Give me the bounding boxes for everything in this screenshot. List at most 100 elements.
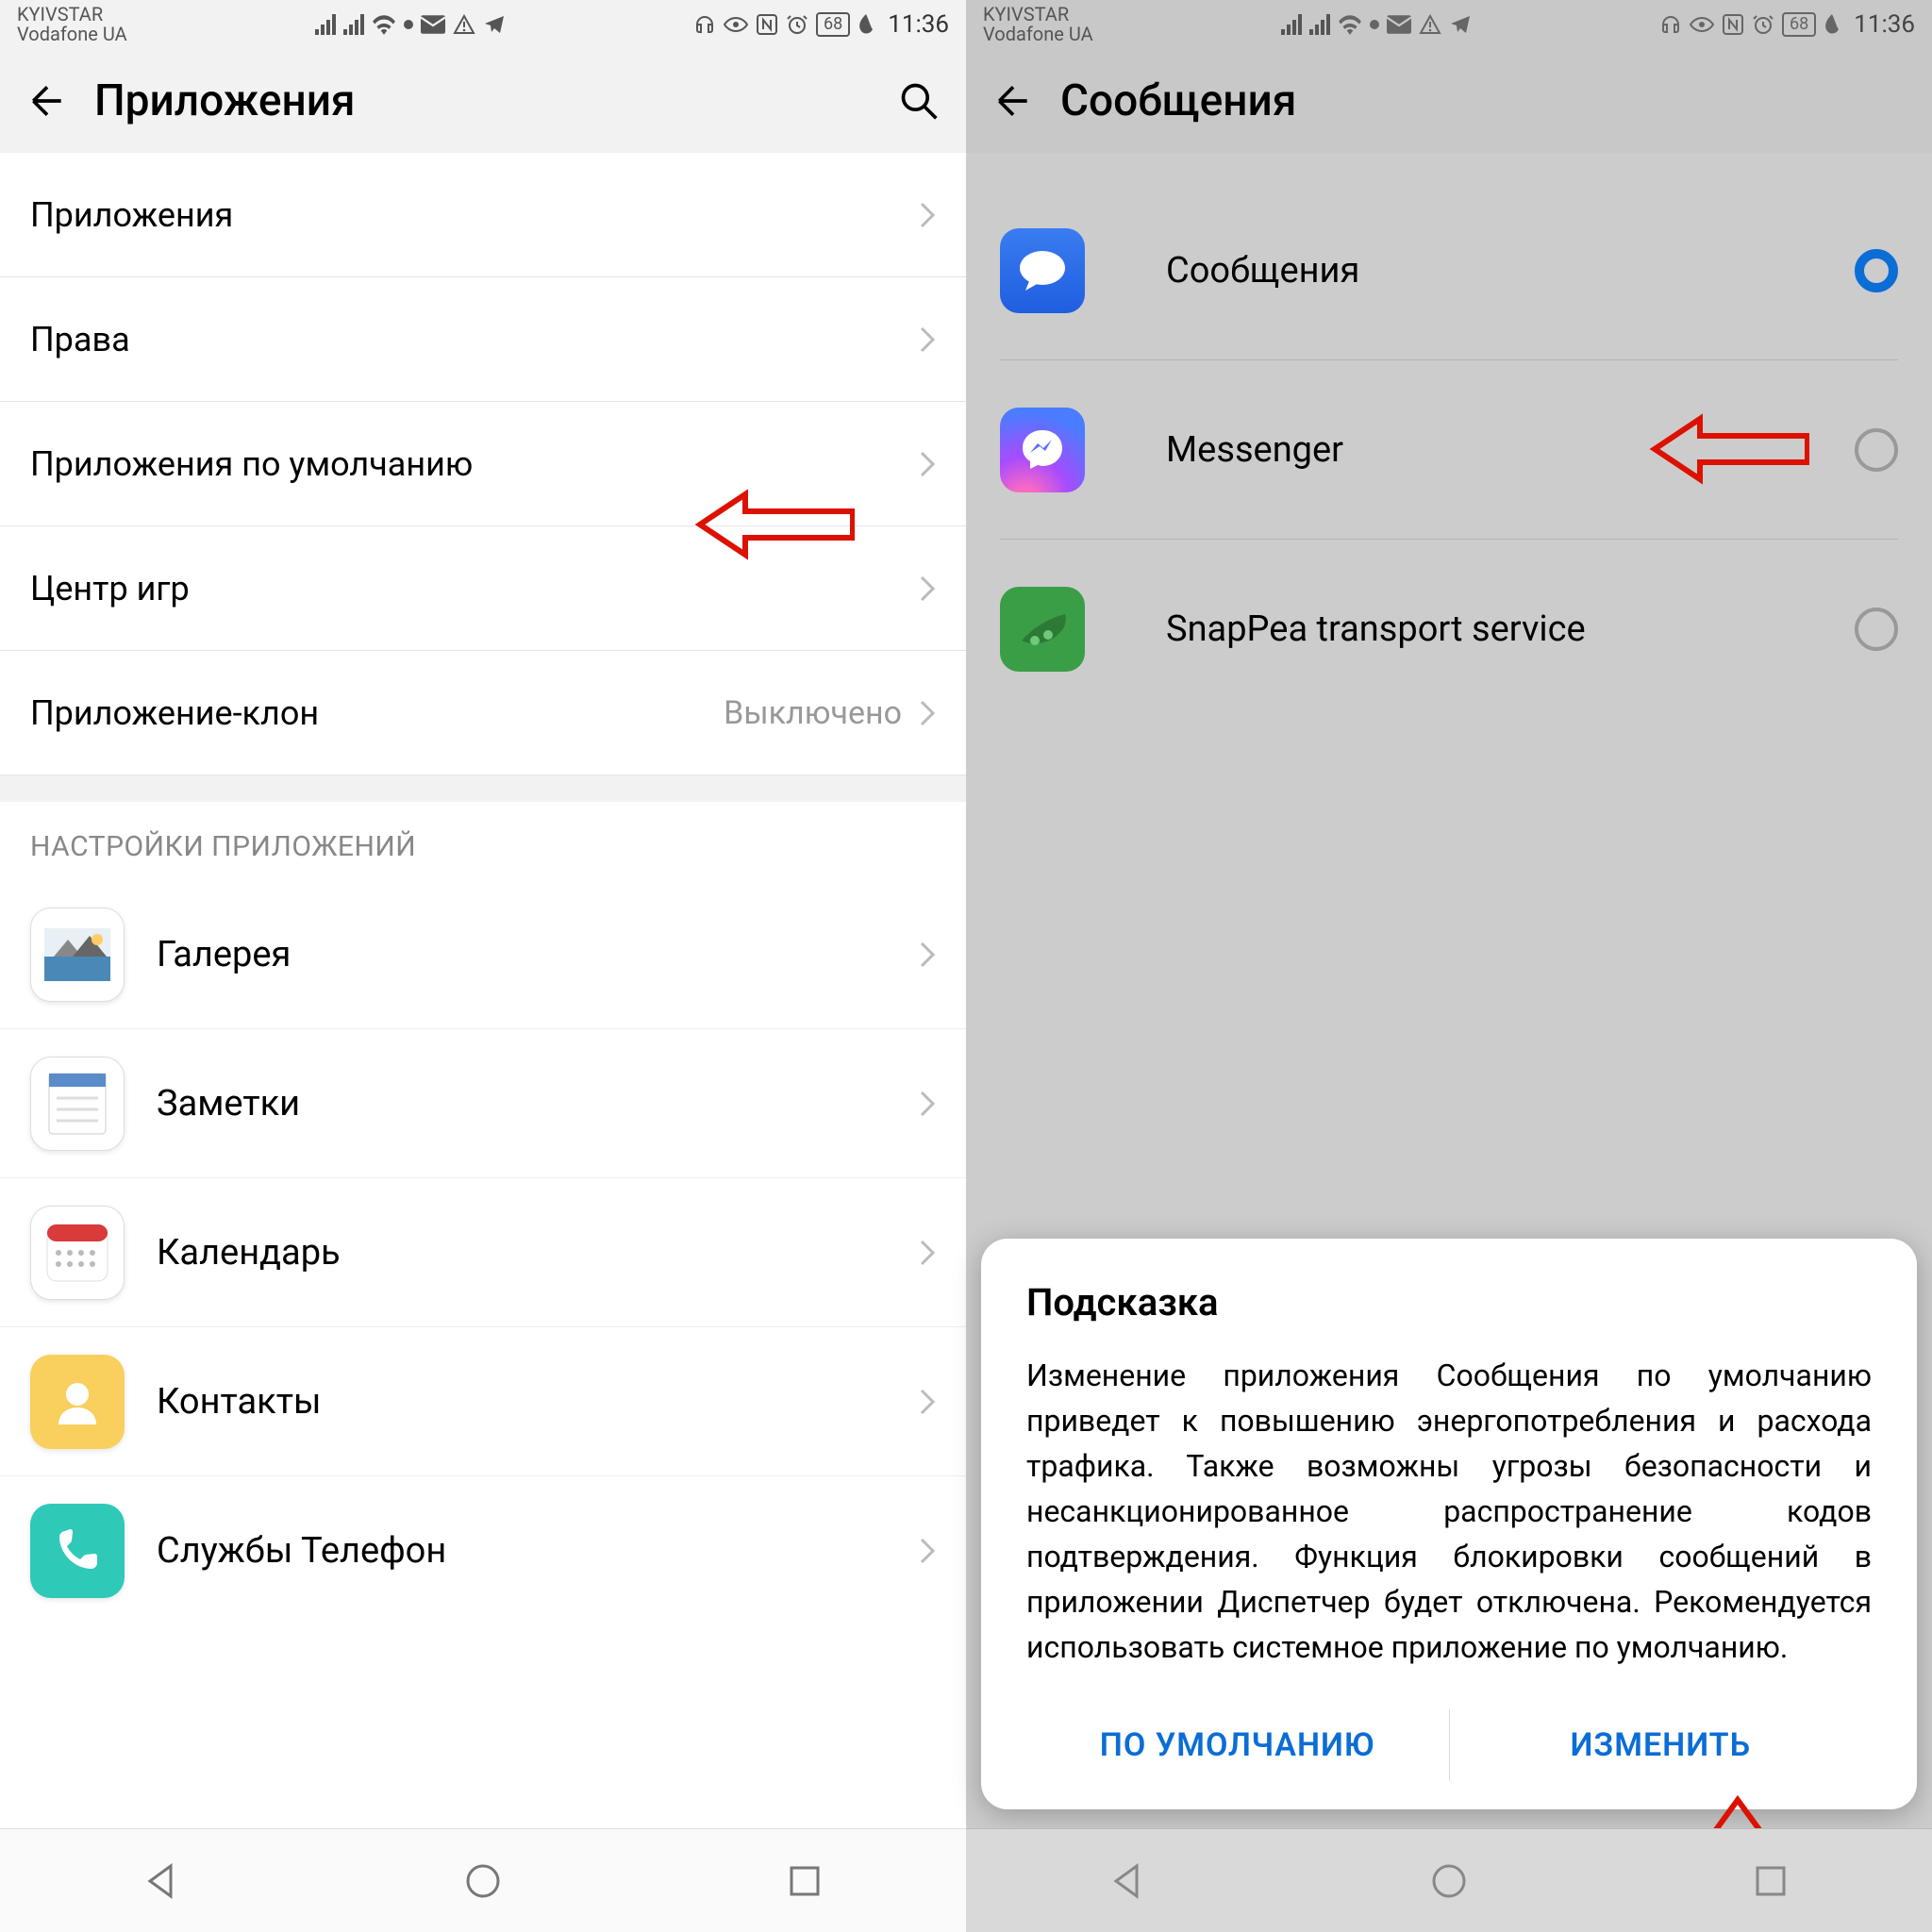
clock-time: 11:36 xyxy=(1854,10,1915,39)
nav-home-icon[interactable] xyxy=(1428,1860,1470,1902)
row-app-twin[interactable]: Приложение-клон Выключено xyxy=(0,651,966,775)
status-icons-right: 68 11:36 xyxy=(693,10,949,39)
status-icons-left xyxy=(315,14,506,35)
chevron-right-icon xyxy=(919,1388,936,1416)
headphones-icon xyxy=(693,13,716,36)
phone-icon xyxy=(30,1504,125,1598)
status-bar: KYIVSTAR Vodafone UA 68 11:36 xyxy=(966,0,1932,49)
nav-home-icon[interactable] xyxy=(462,1860,504,1902)
dot-icon xyxy=(404,20,413,29)
messages-icon xyxy=(1000,228,1085,313)
row-label: Центр игр xyxy=(30,569,919,608)
calendar-icon xyxy=(30,1206,125,1300)
app-label: Заметки xyxy=(157,1083,919,1124)
wifi-icon xyxy=(1338,14,1362,35)
nav-recent-icon[interactable] xyxy=(784,1860,825,1902)
carrier-1: KYIVSTAR xyxy=(17,5,127,25)
app-label: Галерея xyxy=(157,934,919,975)
telegram-icon xyxy=(1449,14,1472,35)
app-label: Календарь xyxy=(157,1232,919,1274)
radio-row-snappea[interactable]: SnapPea transport service xyxy=(1000,540,1898,719)
alarm-icon xyxy=(1752,13,1774,36)
leaf-icon xyxy=(1824,14,1840,35)
chevron-right-icon xyxy=(919,201,936,229)
eye-icon xyxy=(1690,15,1714,34)
header: Приложения xyxy=(0,49,966,153)
section-divider xyxy=(0,775,966,802)
dot-icon xyxy=(1370,20,1379,29)
radio-label: SnapPea transport service xyxy=(1166,608,1855,650)
notes-icon xyxy=(30,1057,125,1151)
dialog-title: Подсказка xyxy=(1026,1280,1872,1324)
app-row-gallery[interactable]: Галерея xyxy=(0,880,966,1029)
radio-unselected-icon[interactable] xyxy=(1855,428,1898,472)
back-icon[interactable] xyxy=(992,80,1034,122)
chevron-right-icon xyxy=(919,1537,936,1565)
app-row-phone[interactable]: Службы Телефон xyxy=(0,1476,966,1625)
status-bar: KYIVSTAR Vodafone UA 68 11:36 xyxy=(0,0,966,49)
row-label: Приложения xyxy=(30,195,919,235)
signal-icon xyxy=(315,14,336,35)
chevron-right-icon xyxy=(919,450,936,478)
gallery-icon xyxy=(30,908,125,1002)
status-icons-left xyxy=(1281,14,1472,35)
mail-icon xyxy=(1387,15,1411,34)
page-title: Приложения xyxy=(94,75,898,126)
signal-icon xyxy=(1309,14,1330,35)
battery-icon: 68 xyxy=(816,12,850,37)
clock-time: 11:36 xyxy=(888,10,949,39)
row-label: Приложение-клон xyxy=(30,693,724,733)
app-label: Службы Телефон xyxy=(157,1530,919,1572)
eye-icon xyxy=(724,15,748,34)
row-label: Права xyxy=(30,320,919,359)
chevron-right-icon xyxy=(919,699,936,727)
app-row-contacts[interactable]: Контакты xyxy=(0,1327,966,1476)
status-icons-right: 68 11:36 xyxy=(1659,10,1915,39)
headphones-icon xyxy=(1659,13,1682,36)
nav-back-icon[interactable] xyxy=(1107,1860,1148,1902)
radio-selected-icon[interactable] xyxy=(1855,249,1898,292)
app-row-notes[interactable]: Заметки xyxy=(0,1029,966,1178)
hint-dialog: Подсказка Изменение приложения Сообщения… xyxy=(981,1239,1917,1809)
nav-bar xyxy=(0,1828,966,1932)
search-icon[interactable] xyxy=(898,80,940,122)
row-value: Выключено xyxy=(724,694,902,732)
default-button[interactable]: ПО УМОЛЧАНИЮ xyxy=(1026,1709,1449,1781)
app-label: Контакты xyxy=(157,1381,919,1423)
back-icon[interactable] xyxy=(26,80,68,122)
warning-icon xyxy=(453,14,475,35)
app-row-calendar[interactable]: Календарь xyxy=(0,1178,966,1327)
battery-icon: 68 xyxy=(1782,12,1816,37)
signal-icon xyxy=(1281,14,1302,35)
row-permissions[interactable]: Права xyxy=(0,277,966,402)
carrier-2: Vodafone UA xyxy=(983,25,1093,44)
chevron-right-icon xyxy=(919,1090,936,1118)
wifi-icon xyxy=(372,14,396,35)
change-button[interactable]: ИЗМЕНИТЬ xyxy=(1450,1709,1873,1781)
mail-icon xyxy=(421,15,445,34)
radio-unselected-icon[interactable] xyxy=(1855,608,1898,651)
radio-row-messages[interactable]: Сообщения xyxy=(1000,181,1898,360)
nav-bar xyxy=(966,1828,1932,1932)
page-title: Сообщения xyxy=(1060,75,1906,126)
chevron-right-icon xyxy=(919,325,936,354)
header: Сообщения xyxy=(966,49,1932,153)
row-apps[interactable]: Приложения xyxy=(0,153,966,277)
telegram-icon xyxy=(483,14,506,35)
annotation-arrow-icon xyxy=(1649,413,1809,485)
chevron-right-icon xyxy=(919,575,936,603)
signal-icon xyxy=(343,14,364,35)
section-header: НАСТРОЙКИ ПРИЛОЖЕНИЙ xyxy=(0,802,966,880)
annotation-arrow-icon xyxy=(694,489,855,560)
carrier-1: KYIVSTAR xyxy=(983,5,1093,25)
messenger-icon xyxy=(1000,408,1085,492)
radio-label: Сообщения xyxy=(1166,250,1855,291)
nfc-icon xyxy=(1722,13,1744,36)
carrier-2: Vodafone UA xyxy=(17,25,127,44)
nav-recent-icon[interactable] xyxy=(1750,1860,1791,1902)
contacts-icon xyxy=(30,1355,125,1449)
nav-back-icon[interactable] xyxy=(141,1860,182,1902)
snappea-icon xyxy=(1000,587,1085,672)
nfc-icon xyxy=(756,13,778,36)
chevron-right-icon xyxy=(919,941,936,969)
